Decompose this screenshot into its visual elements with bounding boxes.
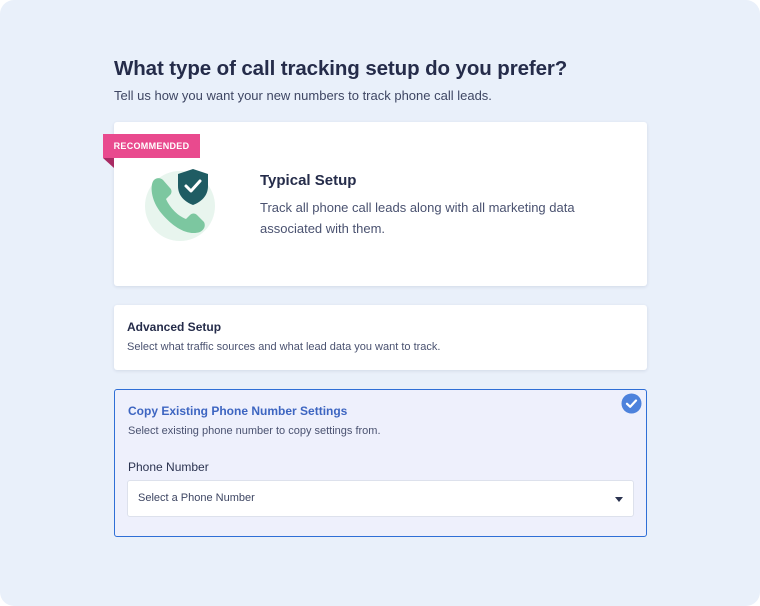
phone-number-select-value: Select a Phone Number [138, 492, 255, 504]
option-advanced-setup[interactable]: Advanced Setup Select what traffic sourc… [114, 305, 647, 370]
page-subtitle: Tell us how you want your new numbers to… [114, 88, 492, 103]
ribbon-fold [103, 158, 114, 168]
caret-down-icon [615, 497, 623, 502]
option-typical-setup[interactable]: RECOMMENDED Typical Setup Track all phon… [103, 122, 647, 286]
phone-shield-icon [145, 169, 215, 241]
phone-number-label: Phone Number [128, 460, 209, 474]
page-title: What type of call tracking setup do you … [114, 57, 568, 80]
option-copy-existing-settings[interactable]: Copy Existing Phone Number Settings Sele… [114, 389, 647, 537]
page-background: What type of call tracking setup do you … [0, 0, 760, 606]
advanced-setup-title: Advanced Setup [127, 320, 222, 334]
typical-setup-title: Typical Setup [260, 172, 357, 189]
typical-setup-description: Track all phone call leads along with al… [260, 200, 575, 236]
recommended-badge: RECOMMENDED [103, 134, 200, 158]
selected-check-icon [621, 393, 642, 414]
advanced-setup-description: Select what traffic sources and what lea… [127, 341, 441, 353]
copy-settings-description: Select existing phone number to copy set… [128, 425, 381, 437]
copy-settings-title: Copy Existing Phone Number Settings [128, 404, 348, 418]
phone-number-select[interactable]: Select a Phone Number [127, 480, 634, 517]
